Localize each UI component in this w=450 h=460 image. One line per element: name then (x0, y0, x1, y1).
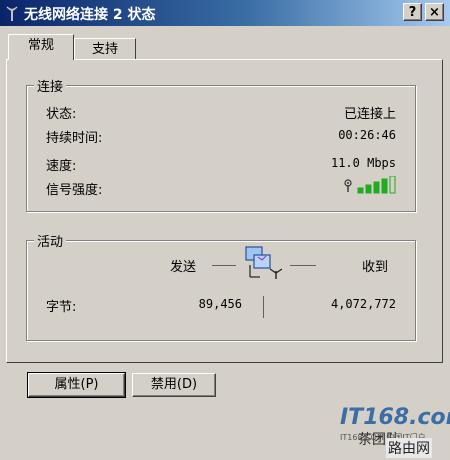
bytes-label: 字节: (46, 300, 77, 315)
window-title: 无线网络连接 2 状态 (24, 7, 156, 23)
signal-strength-label: 信号强度: (46, 183, 103, 198)
speed-value: 11.0 Mbps (330, 156, 396, 170)
title-bar[interactable]: 无线网络连接 2 状态 ? × (0, 0, 450, 26)
network-activity-icon (245, 246, 282, 279)
wireless-network-icon (6, 6, 18, 21)
received-label: 收到 (362, 260, 389, 275)
disable-button[interactable]: 禁用(D) (132, 373, 216, 397)
bytes-sent-value: 89,456 (198, 297, 242, 311)
activity-group-label: 活动 (34, 231, 67, 250)
duration-label: 持续时间: (46, 131, 103, 146)
status-value: 已连接上 (343, 107, 396, 122)
activity-divider (263, 296, 264, 318)
tab-general[interactable]: 常规 (8, 34, 74, 60)
connection-group-label: 连接 (34, 76, 67, 95)
tab-support[interactable]: 支持 (74, 38, 136, 60)
signal-strength-indicator (344, 176, 396, 194)
watermark-site: 路由网 (386, 438, 432, 458)
sent-label: 发送 (170, 260, 197, 275)
signal-bar-2 (365, 184, 372, 194)
signal-antenna-icon (344, 179, 352, 192)
status-label: 状态: (46, 107, 77, 122)
properties-button[interactable]: 属性(P) (27, 372, 126, 398)
bytes-received-value: 4,072,772 (330, 297, 396, 311)
watermark-logo: IT168.com (340, 405, 450, 430)
sent-line (212, 265, 236, 266)
signal-bar-5 (389, 176, 396, 194)
speed-label: 速度: (46, 159, 77, 174)
signal-bar-1 (357, 187, 364, 194)
close-button[interactable]: × (425, 3, 444, 21)
help-button[interactable]: ? (403, 3, 422, 21)
signal-bar-4 (381, 178, 388, 194)
received-line (290, 265, 316, 266)
activity-group (26, 240, 416, 341)
signal-bar-3 (373, 181, 380, 194)
duration-value: 00:26:46 (338, 128, 396, 142)
